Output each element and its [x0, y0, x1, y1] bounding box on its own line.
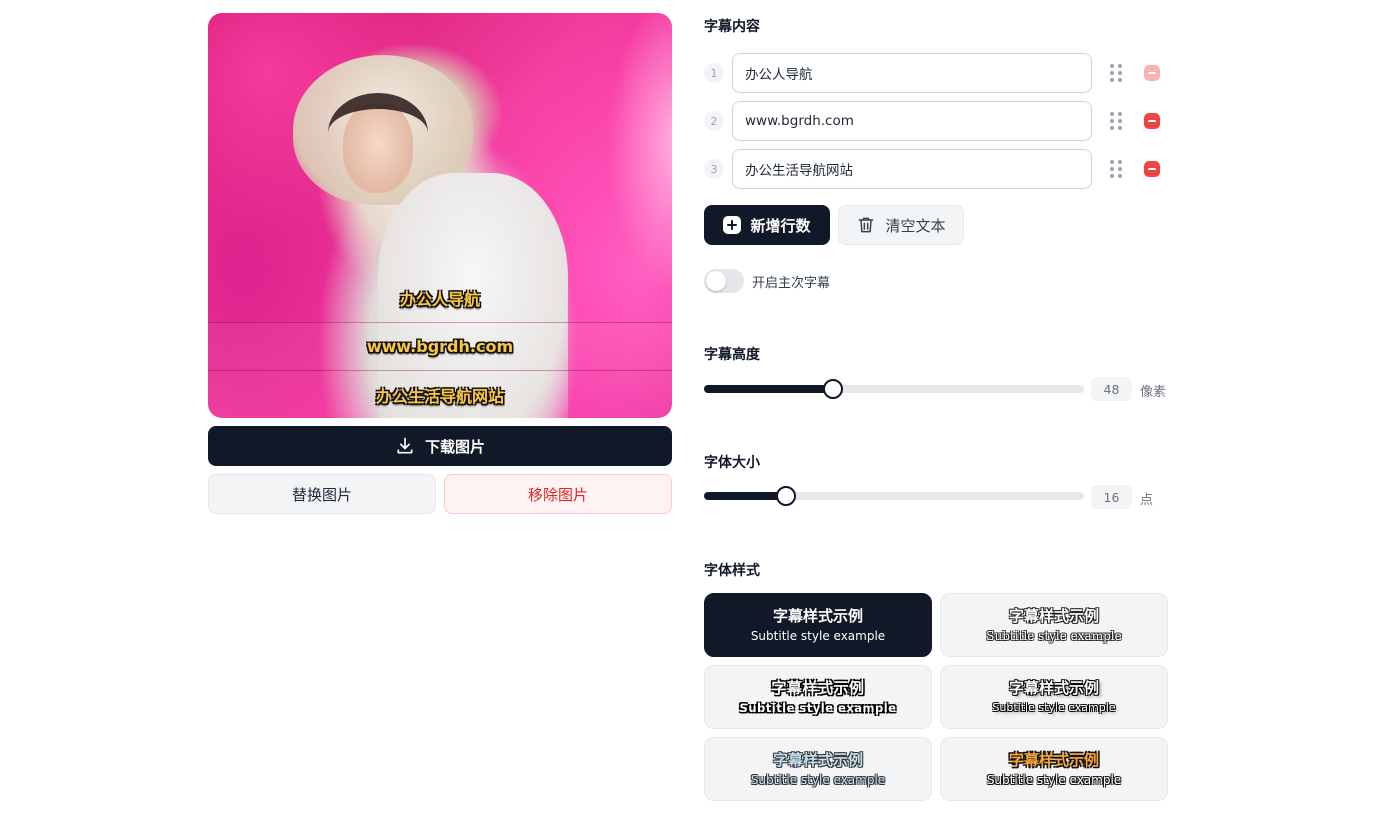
drag-handle-icon[interactable]: [1110, 64, 1122, 82]
font-size-unit: 点: [1140, 493, 1154, 508]
subtitle-line-input[interactable]: [732, 53, 1092, 93]
download-button[interactable]: 下载图片: [208, 426, 672, 466]
font-style-option-6[interactable]: 字幕样式示例 Subtitle style example: [940, 737, 1168, 801]
clear-text-label: 清空文本: [885, 216, 946, 235]
subtitle-text-2: www.bgrdh.com: [366, 337, 514, 356]
subtitle-strip-3: 办公生活导航网站: [208, 370, 672, 418]
replace-image-button[interactable]: 替换图片: [208, 474, 436, 514]
subtitle-line-row: 2: [704, 101, 1164, 141]
replace-label: 替换图片: [291, 486, 352, 504]
subtitle-line-row: 1: [704, 53, 1164, 93]
height-section-title: 字幕高度: [704, 347, 760, 363]
clear-text-button[interactable]: 清空文本: [838, 205, 964, 245]
subtitle-text-1: 办公人导航: [399, 290, 480, 309]
style-sample-zh: 字幕样式示例: [1008, 607, 1099, 625]
height-value[interactable]: 48: [1091, 377, 1132, 401]
style-sample-en: Subtitle style example: [992, 701, 1116, 714]
remove-label: 移除图片: [527, 486, 588, 504]
subtitle-line-input[interactable]: [732, 101, 1092, 141]
font-style-option-4[interactable]: 字幕样式示例 Subtitle style example: [940, 665, 1168, 729]
subtitle-line-row: 3: [704, 149, 1164, 189]
font-style-option-1[interactable]: 字幕样式示例 Subtitle style example: [704, 593, 932, 657]
line-number: 1: [704, 63, 724, 83]
font-size-value[interactable]: 16: [1091, 485, 1132, 509]
download-label: 下载图片: [424, 438, 485, 456]
style-sample-zh: 字幕样式示例: [1008, 751, 1099, 769]
subtitle-text-3: 办公生活导航网站: [375, 386, 504, 406]
drag-handle-icon[interactable]: [1110, 112, 1122, 130]
add-line-button[interactable]: 新增行数: [704, 205, 830, 245]
style-sample-zh: 字幕样式示例: [771, 679, 865, 697]
download-icon: [397, 437, 413, 454]
slider-fill: [704, 385, 833, 393]
subtitle-strip-1: 办公人导航: [208, 274, 672, 322]
photo-hair: [328, 93, 428, 173]
subtitle-line-input[interactable]: [732, 149, 1092, 189]
style-sample-zh: 字幕样式示例: [772, 607, 863, 625]
font-style-option-3[interactable]: 字幕样式示例 Subtitle style example: [704, 665, 932, 729]
minus-icon: [1148, 120, 1156, 122]
secondary-subtitle-label: 开启主次字幕: [752, 275, 831, 291]
font-size-section-title: 字体大小: [704, 455, 760, 471]
line-number: 3: [704, 159, 724, 179]
delete-line-button[interactable]: [1144, 161, 1160, 177]
height-unit: 像素: [1140, 385, 1167, 400]
font-style-option-5[interactable]: 字幕样式示例 Subtitle style example: [704, 737, 932, 801]
secondary-subtitle-toggle-row: 开启主次字幕: [704, 268, 830, 294]
remove-image-button[interactable]: 移除图片: [444, 474, 672, 514]
plus-square-icon: [723, 216, 742, 234]
minus-icon: [1148, 168, 1156, 170]
subtitle-strip-2: www.bgrdh.com: [208, 322, 672, 370]
font-style-option-2[interactable]: 字幕样式示例 Subtitle style example: [940, 593, 1168, 657]
add-line-label: 新增行数: [750, 216, 811, 235]
image-preview: 办公人导航 www.bgrdh.com 办公生活导航网站: [208, 13, 672, 418]
style-sample-zh: 字幕样式示例: [772, 751, 863, 769]
height-slider[interactable]: [704, 379, 1084, 399]
secondary-subtitle-toggle[interactable]: [704, 269, 744, 293]
delete-line-button[interactable]: [1144, 65, 1160, 81]
style-sample-zh: 字幕样式示例: [1008, 679, 1099, 697]
slider-fill: [704, 492, 786, 500]
minus-icon: [1148, 72, 1156, 74]
trash-icon: [859, 217, 874, 233]
drag-handle-icon[interactable]: [1110, 160, 1122, 178]
content-section-title: 字幕内容: [704, 19, 760, 35]
font-style-section-title: 字体样式: [704, 563, 760, 579]
delete-line-button[interactable]: [1144, 113, 1160, 129]
font-size-slider[interactable]: [704, 486, 1084, 506]
line-number: 2: [704, 111, 724, 131]
style-sample-en: Subtitle style example: [986, 773, 1122, 787]
style-sample-en: Subtitle style example: [750, 629, 886, 643]
slider-thumb[interactable]: [776, 486, 796, 506]
style-sample-en: Subtitle style example: [750, 773, 886, 787]
toggle-knob: [706, 271, 726, 291]
style-sample-en: Subtitle style example: [986, 629, 1122, 643]
style-sample-en: Subtitle style example: [739, 701, 897, 715]
slider-thumb[interactable]: [823, 379, 843, 399]
